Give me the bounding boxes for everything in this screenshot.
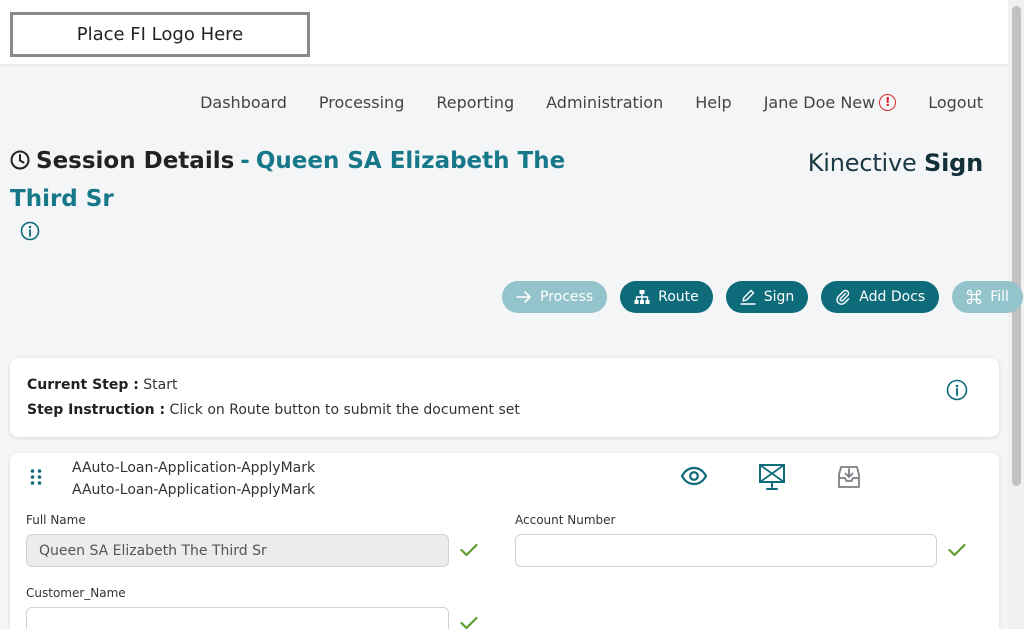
step-instruction: Step Instruction : Click on Route button… (27, 402, 520, 418)
process-button[interactable]: Process (502, 281, 608, 313)
add-docs-label: Add Docs (859, 289, 926, 305)
brand-logo: Kinective Sign (808, 149, 983, 177)
sign-label: Sign (763, 289, 795, 305)
info-icon[interactable] (946, 379, 968, 405)
page-title: Session Details - Queen SA Elizabeth The T… (10, 143, 570, 217)
fi-logo-placeholder[interactable]: Place FI Logo Here (10, 12, 310, 57)
full-name-field[interactable]: Queen SA Elizabeth The Third Sr (26, 534, 449, 567)
title-separator: - (240, 148, 250, 174)
clock-icon (10, 145, 30, 181)
nav-user-menu[interactable]: Jane Doe New ! (764, 93, 897, 112)
page-title-text: Session Details (36, 148, 235, 174)
step-instruction-label: Step Instruction : (27, 402, 166, 418)
account-number-field[interactable] (515, 534, 937, 567)
paperclip-icon (836, 289, 850, 305)
document-name: AAuto-Loan-Application-ApplyMark (72, 460, 316, 476)
route-button[interactable]: Route (620, 281, 713, 313)
action-buttons: Process Route Sign Add Docs Fill (502, 281, 1023, 313)
user-name: Jane Doe New (763, 93, 876, 112)
nav-dashboard[interactable]: Dashboard (200, 93, 287, 112)
drag-handle-icon[interactable] (29, 468, 43, 490)
sitemap-icon (634, 290, 650, 304)
document-card: AAuto-Loan-Application-ApplyMark AAuto-L… (10, 453, 999, 629)
customer-name-label: Customer_Name (26, 586, 126, 600)
page-scrollbar[interactable] (1008, 0, 1024, 629)
fill-label: Fill (990, 289, 1009, 305)
command-icon (967, 289, 982, 305)
nav-processing[interactable]: Processing (319, 93, 404, 112)
route-label: Route (658, 289, 699, 305)
step-info-card: Current Step : Start Step Instruction : … (10, 358, 999, 437)
current-step: Current Step : Start (27, 377, 178, 393)
main-nav: Dashboard Processing Reporting Administr… (200, 93, 983, 112)
logo-text: Place FI Logo Here (76, 24, 244, 45)
full-name-check-icon (460, 542, 478, 561)
nav-logout[interactable]: Logout (928, 93, 983, 112)
add-docs-button[interactable]: Add Docs (821, 281, 940, 313)
scrollbar-thumb[interactable] (1012, 6, 1021, 486)
session-info-icon[interactable] (20, 221, 40, 245)
sign-button[interactable]: Sign (725, 281, 809, 313)
download-tray-icon[interactable] (835, 463, 863, 495)
top-bar: Place FI Logo Here (0, 0, 1008, 64)
pen-icon (740, 289, 756, 305)
full-name-label: Full Name (26, 513, 86, 527)
eye-icon[interactable] (680, 463, 708, 493)
brand-prefix: Kinective (807, 149, 917, 177)
customer-name-check-icon (460, 615, 478, 629)
current-step-label: Current Step : (27, 377, 139, 393)
nav-help[interactable]: Help (695, 93, 731, 112)
full-name-value: Queen SA Elizabeth The Third Sr (39, 543, 267, 559)
fill-button[interactable]: Fill (952, 281, 1023, 313)
account-number-label: Account Number (515, 513, 616, 527)
arrow-right-icon (516, 291, 531, 303)
account-number-check-icon (948, 542, 966, 561)
alert-icon: ! (879, 94, 897, 111)
nav-reporting[interactable]: Reporting (436, 93, 514, 112)
process-label: Process (540, 289, 594, 305)
customer-name-field[interactable] (26, 607, 449, 629)
nav-administration[interactable]: Administration (546, 93, 663, 112)
current-step-value: Start (143, 377, 178, 393)
presentation-icon[interactable] (758, 463, 786, 495)
step-instruction-value: Click on Route button to submit the docu… (169, 402, 520, 418)
document-name-secondary: AAuto-Loan-Application-ApplyMark (72, 482, 316, 498)
brand-suffix: Sign (924, 149, 983, 177)
